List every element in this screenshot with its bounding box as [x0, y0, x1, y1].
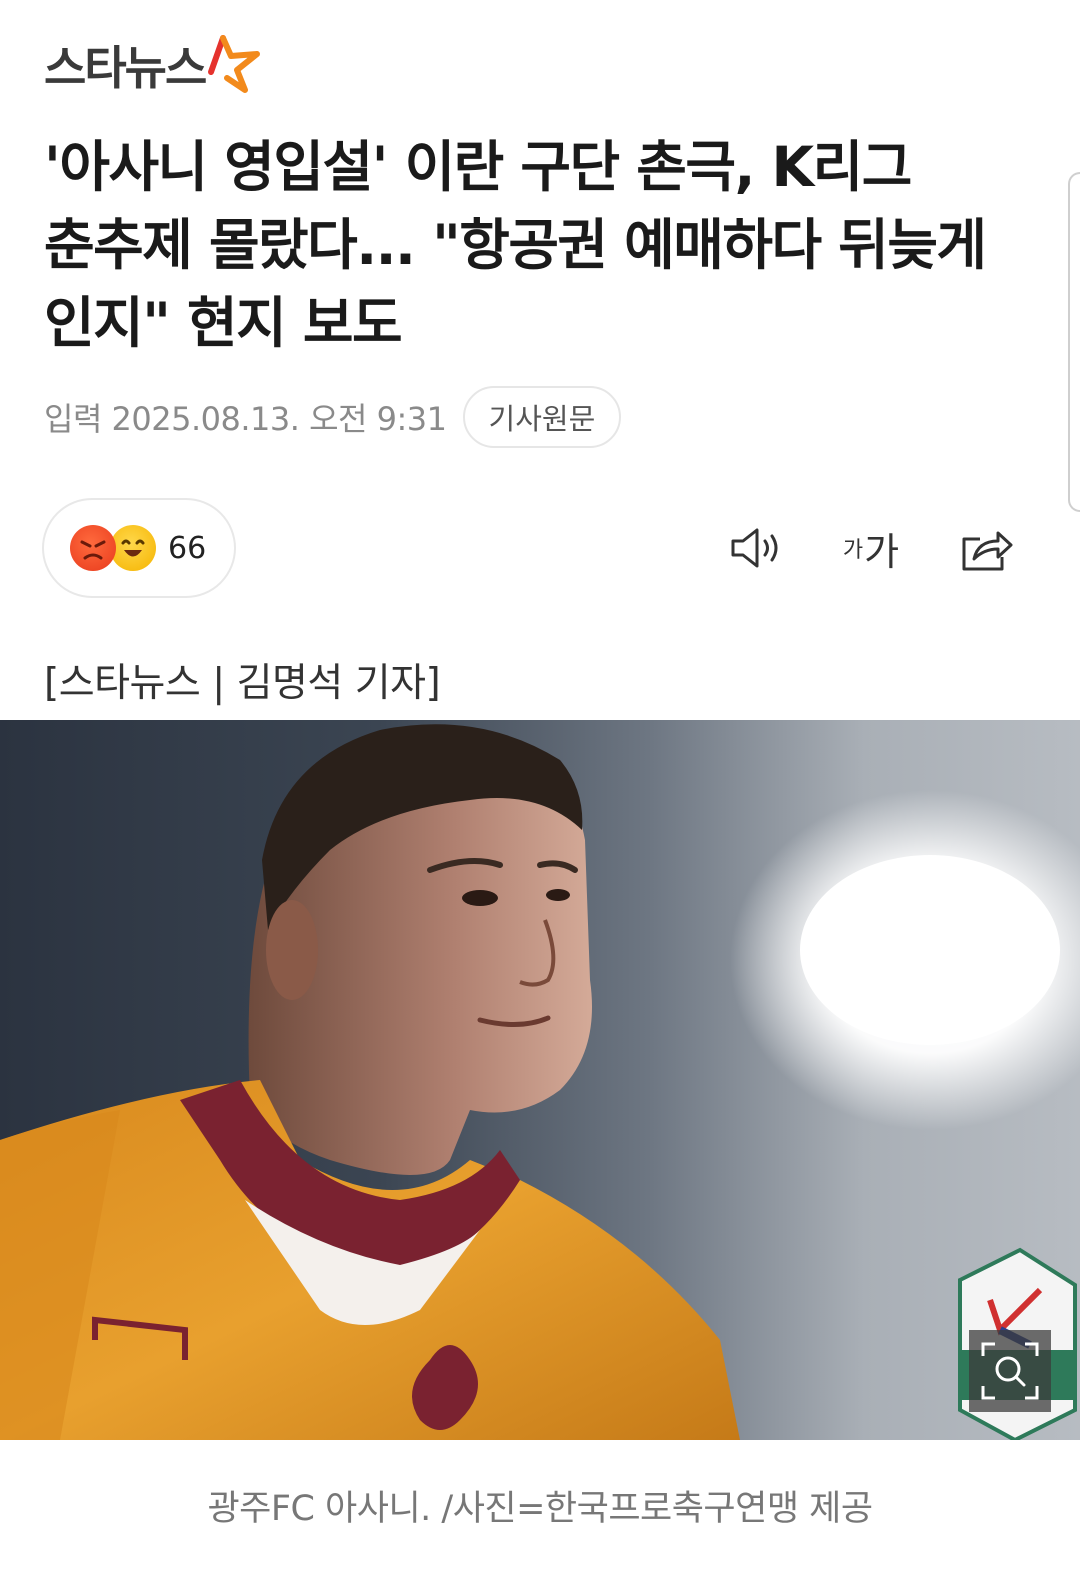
photo-caption: 광주FC 아사니. /사진=한국프로축구연맹 제공: [207, 1489, 873, 1529]
share-button[interactable]: [956, 518, 1016, 578]
original-article-button[interactable]: 기사원문: [462, 386, 622, 448]
reaction-button[interactable]: 66: [42, 498, 236, 598]
angry-face-icon: [70, 525, 116, 571]
reaction-count: 66: [168, 530, 207, 566]
article-title: '아사니 영입설' 이란 구단 촌극, K리그 춘추제 몰랐다... "항공권 …: [44, 135, 987, 355]
image-zoom-button[interactable]: [969, 1330, 1051, 1412]
player-photo-illustration: [0, 724, 1080, 1440]
font-size-button[interactable]: 가가: [836, 518, 906, 578]
publish-date: 입력 2025.08.13. 오전 9:31: [44, 400, 447, 438]
font-size-small-label: 가: [842, 538, 864, 563]
speaker-icon: [731, 528, 778, 568]
share-icon: [962, 531, 1013, 571]
laughing-face-icon: [110, 525, 156, 571]
article-photo[interactable]: [0, 720, 1080, 1440]
logo-star-icon: [208, 35, 261, 93]
site-logo-text[interactable]: 스타뉴스: [44, 32, 207, 98]
font-size-large-label: 가: [864, 529, 900, 574]
text-to-speech-button[interactable]: [726, 518, 786, 578]
zoom-icon: [981, 1342, 1039, 1400]
byline: [스타뉴스 | 김명석 기자]: [44, 661, 441, 706]
scrollbar-thumb[interactable]: [1068, 172, 1080, 512]
article-meta: 입력 2025.08.13. 오전 9:31 기사원문: [44, 386, 622, 448]
site-header: 스타뉴스: [44, 30, 261, 100]
